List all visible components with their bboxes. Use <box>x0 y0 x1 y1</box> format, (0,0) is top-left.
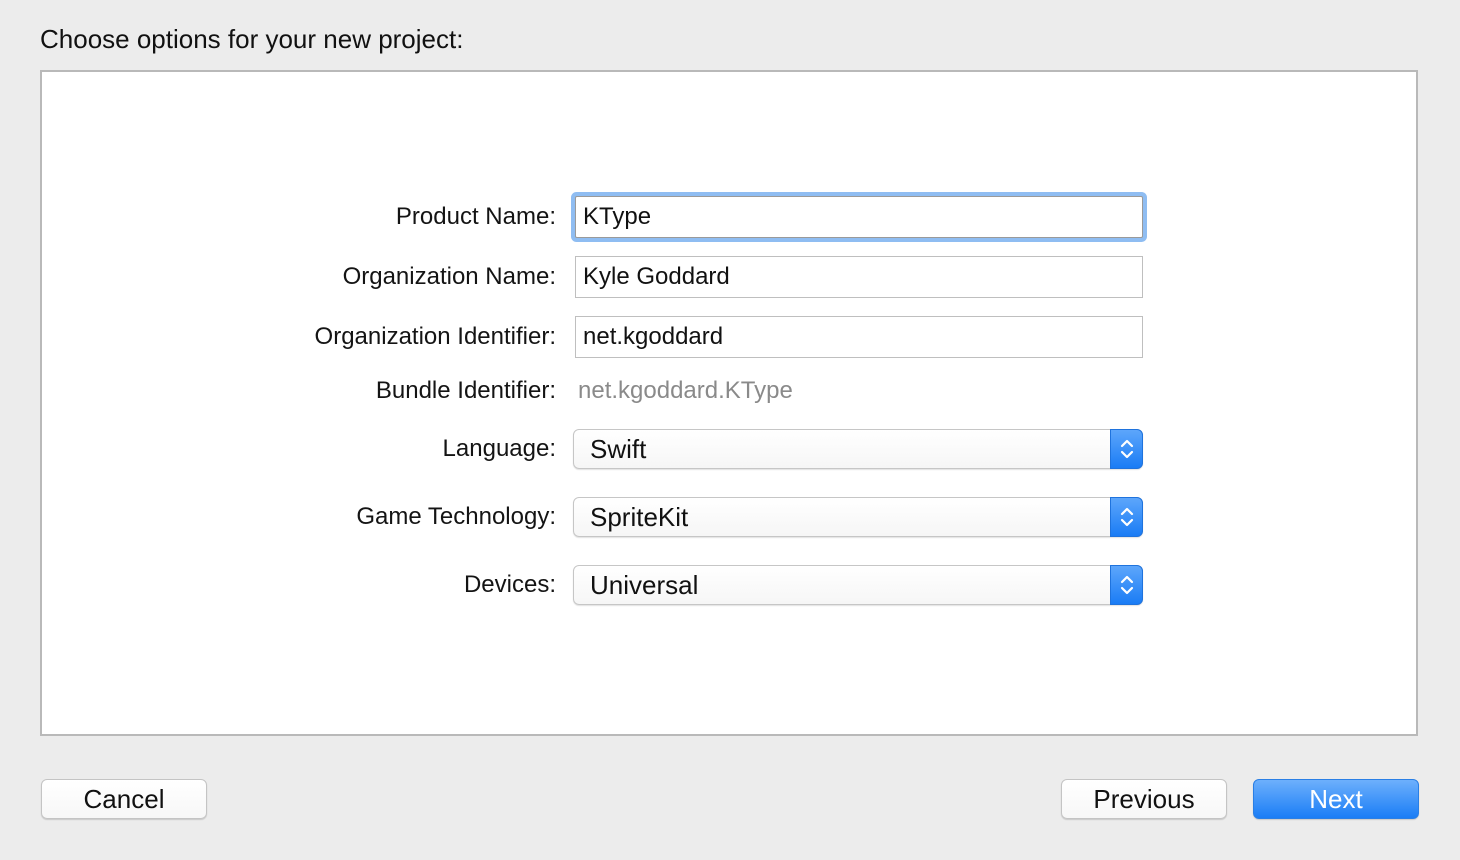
product-name-label: Product Name: <box>395 203 556 230</box>
organization-name-label: Organization Name: <box>342 263 556 290</box>
language-selected-value: Swift <box>590 434 647 464</box>
game-technology-selected-value: SpriteKit <box>590 502 689 532</box>
previous-button[interactable]: Previous <box>1061 779 1227 819</box>
bundle-identifier-value: net.kgoddard.KType <box>578 377 793 404</box>
up-down-chevron-icon <box>1110 497 1143 537</box>
language-popup[interactable]: Swift <box>573 429 1143 469</box>
product-name-field[interactable]: KType <box>575 196 1143 238</box>
bundle-identifier-label: Bundle Identifier: <box>375 377 556 404</box>
cancel-button[interactable]: Cancel <box>41 779 207 819</box>
organization-name-field[interactable]: Kyle Goddard <box>575 256 1143 298</box>
up-down-chevron-icon <box>1110 565 1143 605</box>
language-label: Language: <box>442 435 556 462</box>
game-technology-label: Game Technology: <box>356 503 556 530</box>
organization-identifier-field[interactable]: net.kgoddard <box>575 316 1143 358</box>
up-down-chevron-icon <box>1110 429 1143 469</box>
game-technology-popup[interactable]: SpriteKit <box>573 497 1143 537</box>
devices-label: Devices: <box>463 571 556 598</box>
organization-identifier-label: Organization Identifier: <box>314 323 556 350</box>
devices-selected-value: Universal <box>590 570 699 600</box>
dialog-heading: Choose options for your new project: <box>40 24 464 54</box>
devices-popup[interactable]: Universal <box>573 565 1143 605</box>
next-button[interactable]: Next <box>1253 779 1419 819</box>
